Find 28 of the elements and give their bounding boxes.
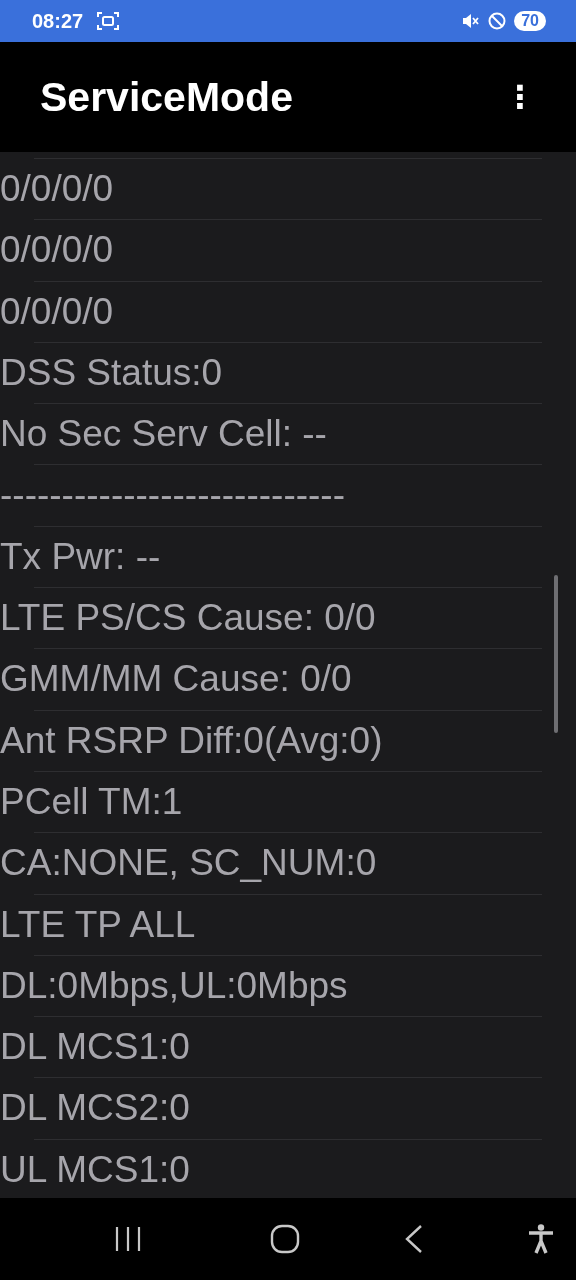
home-icon[interactable] bbox=[270, 1224, 300, 1254]
app-title: ServiceMode bbox=[40, 73, 294, 121]
info-line: LTE TP ALL bbox=[0, 902, 196, 947]
info-line: UL MCS1:0 bbox=[0, 1147, 190, 1192]
battery-indicator: 70 bbox=[514, 11, 546, 31]
info-line: 0/0/0/0 bbox=[0, 167, 114, 211]
do-not-disturb-icon bbox=[488, 12, 507, 30]
screenshot-icon bbox=[97, 11, 120, 31]
info-line: CA:NONE, SC_NUM:0 bbox=[0, 841, 377, 886]
info-line: 0/0/0/0 bbox=[0, 228, 114, 273]
info-line: GMM/MM Cause: 0/0 bbox=[0, 657, 352, 702]
clock: 08:27 bbox=[32, 9, 84, 33]
back-icon[interactable] bbox=[404, 1224, 424, 1254]
info-line: Tx Pwr: -- bbox=[0, 534, 161, 579]
info-line: DL:0Mbps,UL:0Mbps bbox=[0, 963, 348, 1008]
info-line: PCell TM:1 bbox=[0, 779, 183, 824]
info-line: ---------------------------- bbox=[0, 473, 345, 518]
info-line: No Sec Serv Cell: -- bbox=[0, 412, 327, 457]
info-line: DL MCS2:0 bbox=[0, 1086, 190, 1131]
more-options-button[interactable]: ⋮ bbox=[500, 78, 540, 116]
info-line: DL MCS1:0 bbox=[0, 1025, 190, 1070]
info-line: LTE PS/CS Cause: 0/0 bbox=[0, 596, 376, 641]
info-line: DSS Status:0 bbox=[0, 350, 223, 395]
mute-icon bbox=[462, 12, 481, 30]
accessibility-icon[interactable] bbox=[528, 1224, 554, 1254]
recent-apps-icon[interactable] bbox=[114, 1226, 142, 1252]
info-line: Ant RSRP Diff:0(Avg:0) bbox=[0, 718, 383, 763]
info-line: 0/0/0/0 bbox=[0, 289, 114, 334]
